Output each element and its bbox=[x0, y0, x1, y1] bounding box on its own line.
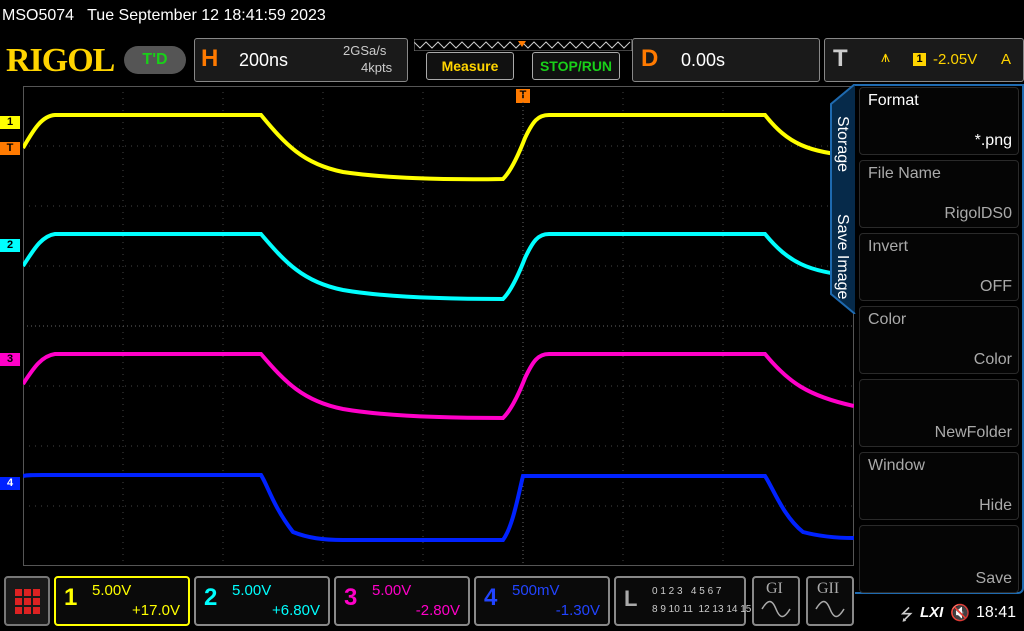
delay-value: 0.00s bbox=[681, 50, 726, 70]
channel-3-box[interactable]: 3 5.00V -2.80V bbox=[334, 576, 470, 626]
speaker-muted-icon[interactable]: 🔇 bbox=[950, 603, 970, 623]
waveform-display[interactable] bbox=[21, 86, 855, 566]
trigger-level-marker[interactable]: T bbox=[0, 142, 20, 155]
delay-label: D bbox=[641, 45, 659, 72]
lxi-logo: LXI bbox=[920, 604, 944, 621]
channel-4-scale: 500mV bbox=[512, 582, 560, 599]
channel-4-number: 4 bbox=[484, 584, 498, 611]
logic-analyzer-box[interactable]: L 0 1 2 3 4 5 6 7 8 9 10 11 12 13 14 15 bbox=[614, 576, 751, 626]
channel-3-number: 3 bbox=[344, 584, 358, 611]
title-bar: MSO5074 Tue September 12 18:41:59 2023 bbox=[0, 0, 1024, 32]
channel-2-scale: 5.00V bbox=[232, 582, 272, 599]
generator-1-label: GI bbox=[766, 580, 783, 597]
menu-item-color[interactable]: Color Color bbox=[859, 306, 1019, 374]
menu-item-invert[interactable]: Invert OFF bbox=[859, 233, 1019, 301]
generator-2-box[interactable]: GII bbox=[806, 576, 854, 626]
tab-save-image[interactable]: Save Image bbox=[829, 194, 857, 304]
channel-4-offset: -1.30V bbox=[555, 602, 600, 619]
channel-2-offset: +6.80V bbox=[272, 602, 320, 619]
brand-logo: RIGOL bbox=[6, 42, 115, 79]
channel-4-trace bbox=[22, 473, 855, 542]
datetime: Tue September 12 18:41:59 2023 bbox=[87, 7, 326, 24]
bottom-bar: 1 5.00V +17.0V 2 5.00V +6.80V 3 5.00V -2… bbox=[0, 572, 1024, 630]
timeline-indicator bbox=[413, 38, 633, 52]
trigger-panel[interactable]: T ⩚ 1 -2.05V A bbox=[824, 38, 1024, 82]
trigger-status-badge[interactable]: T'D bbox=[124, 46, 186, 74]
tab-storage[interactable]: Storage bbox=[829, 92, 857, 182]
channel-1-offset: +17.0V bbox=[132, 602, 180, 619]
stop-run-button[interactable]: STOP/RUN bbox=[532, 52, 620, 80]
horizontal-panel[interactable]: H 200ns 2GSa/s 4kpts bbox=[194, 38, 408, 82]
measure-button[interactable]: Measure bbox=[426, 52, 514, 80]
storage-side-menu: Storage Save Image Format *.png File Nam… bbox=[823, 84, 1024, 594]
channel-1-marker[interactable]: 1 bbox=[0, 116, 20, 129]
channel-2-trace bbox=[21, 232, 855, 302]
channel-1-box[interactable]: 1 5.00V +17.0V bbox=[54, 576, 190, 626]
sample-rate: 2GSa/s bbox=[343, 43, 387, 58]
usb-icon: ⭍ bbox=[900, 607, 914, 624]
top-toolbar: RIGOL T'D H 200ns 2GSa/s 4kpts Measure S… bbox=[0, 36, 1024, 84]
menu-item-file-name[interactable]: File Name RigolDS0 bbox=[859, 160, 1019, 228]
generator-1-box[interactable]: GI bbox=[752, 576, 800, 626]
delay-panel[interactable]: D 0.00s bbox=[632, 38, 820, 82]
channel-3-trace bbox=[21, 352, 855, 421]
clock-time: 18:41 bbox=[976, 604, 1017, 621]
trigger-source: 1 bbox=[913, 53, 926, 66]
sine-wave-icon bbox=[815, 600, 845, 618]
sine-wave-icon bbox=[761, 600, 791, 618]
channel-2-box[interactable]: 2 5.00V +6.80V bbox=[194, 576, 330, 626]
channel-2-number: 2 bbox=[204, 584, 218, 611]
logic-channels-row1: 0 1 2 3 4 5 6 7 bbox=[652, 586, 722, 597]
timebase-value: 200ns bbox=[239, 50, 289, 70]
horizontal-label: H bbox=[201, 45, 219, 72]
channel-1-trace bbox=[21, 113, 855, 182]
channel-3-marker[interactable]: 3 bbox=[0, 353, 20, 366]
channel-2-marker[interactable]: 2 bbox=[0, 239, 20, 252]
menu-item-window[interactable]: Window Hide bbox=[859, 452, 1019, 520]
tab-save-image-label: Save Image bbox=[834, 214, 851, 300]
trigger-label: T bbox=[833, 45, 848, 72]
waveform-grid bbox=[21, 86, 855, 566]
channel-3-offset: -2.80V bbox=[415, 602, 460, 619]
channel-4-marker[interactable]: 4 bbox=[0, 477, 20, 490]
home-menu-button[interactable] bbox=[4, 576, 50, 626]
generator-2-label: GII bbox=[817, 580, 840, 597]
channel-3-scale: 5.00V bbox=[372, 582, 412, 599]
grid-menu-icon bbox=[15, 589, 40, 614]
menu-item-format[interactable]: Format *.png bbox=[859, 87, 1019, 155]
tab-storage-label: Storage bbox=[834, 116, 851, 173]
channel-4-box[interactable]: 4 500mV -1.30V bbox=[474, 576, 610, 626]
model-name: MSO5074 bbox=[2, 7, 75, 24]
trigger-edge-icon: ⩚ bbox=[881, 49, 891, 66]
logic-channels-row2: 8 9 10 11 12 13 14 15 bbox=[652, 604, 752, 615]
trigger-mode: A bbox=[1001, 51, 1012, 68]
memory-depth: 4kpts bbox=[361, 60, 393, 75]
logic-label: L bbox=[624, 586, 638, 611]
trigger-level: -2.05V bbox=[933, 51, 978, 68]
menu-item-new-folder[interactable]: NewFolder bbox=[859, 379, 1019, 447]
channel-1-number: 1 bbox=[64, 584, 78, 611]
channel-1-scale: 5.00V bbox=[92, 582, 132, 599]
